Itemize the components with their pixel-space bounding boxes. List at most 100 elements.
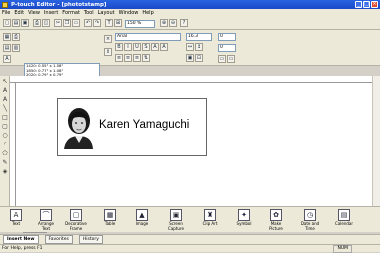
menu-view[interactable]: View: [28, 10, 40, 16]
minimize-button[interactable]: _: [355, 1, 362, 8]
undo-icon[interactable]: ↶: [84, 19, 92, 27]
zoom-in-icon[interactable]: ⊕: [160, 19, 168, 27]
name-text[interactable]: Karen Yamaguchi: [99, 119, 189, 131]
table-icon: ▦: [104, 209, 116, 221]
label-layout-icon[interactable]: ▤: [3, 44, 11, 52]
menu-format[interactable]: Format: [62, 10, 80, 16]
line-spacing-field[interactable]: 0: [218, 44, 236, 52]
ellipse-icon[interactable]: ○: [1, 132, 9, 140]
rounded-rect-icon[interactable]: ▢: [1, 123, 9, 131]
vertical-text-icon[interactable]: ⇅: [142, 54, 150, 62]
save-icon[interactable]: ▣: [21, 19, 29, 27]
standard-toolbar: ▢ ▤ ▣ ⎙ ◫ ✂ ❐ ▭ ↶ ↷ T ⊞ 150 % ⊕ ⊖ ?: [0, 17, 380, 30]
status-help-text: For Help, press F1: [2, 246, 43, 251]
object-image[interactable]: ▲ Image: [130, 208, 154, 232]
object-decorative-frame[interactable]: ▢ Decorative Frame: [64, 208, 88, 232]
screen-capture-icon: ▣: [170, 209, 182, 221]
object-table[interactable]: ▦ Table: [98, 208, 122, 232]
rectangle-icon[interactable]: □: [1, 114, 9, 122]
text-icon[interactable]: A: [1, 87, 9, 95]
menu-edit[interactable]: Edit: [14, 10, 24, 16]
frame-icon: ▢: [70, 209, 82, 221]
image-icon: ▲: [136, 209, 148, 221]
bold-icon[interactable]: B: [115, 43, 123, 51]
text-tool-icon[interactable]: T: [105, 19, 113, 27]
page-property-icon[interactable]: ▦: [3, 33, 11, 41]
label-layout[interactable]: Karen Yamaguchi: [57, 98, 207, 156]
outline-icon[interactable]: A: [160, 43, 168, 51]
text-property-icon[interactable]: A: [3, 55, 11, 63]
menu-help[interactable]: Help: [142, 10, 153, 16]
object-clip-art[interactable]: ♜ Clip Art: [198, 208, 222, 232]
close-button[interactable]: ×: [371, 1, 378, 8]
p-touch-editor-window: P-touch Editor - [phototstamp] _ □ × Fil…: [0, 0, 380, 253]
tab-insert-new[interactable]: Insert New: [3, 235, 39, 244]
char-spacing-field[interactable]: 0: [218, 33, 236, 41]
redo-icon[interactable]: ↷: [93, 19, 101, 27]
fill-icon[interactable]: ◈: [1, 168, 9, 176]
property-toolbar: ▦ ⎙ ▤ ▥ A 1420: 0.55" x 1.58" 1850: 0.77…: [0, 30, 380, 91]
menu-layout[interactable]: Layout: [98, 10, 115, 16]
window-title: P-touch Editor - [phototstamp]: [11, 1, 107, 8]
zoom-select[interactable]: 150 %: [125, 20, 155, 28]
line-icon[interactable]: ╲: [1, 105, 9, 113]
printer-property-icon[interactable]: ⎙: [12, 33, 20, 41]
char-height-icon[interactable]: ↕: [195, 43, 203, 51]
font-size-select[interactable]: 16.3: [186, 33, 212, 41]
frame-align-icon[interactable]: ▣: [186, 54, 194, 62]
print-icon[interactable]: ⎙: [33, 19, 41, 27]
vertical-text-icon[interactable]: A: [1, 96, 9, 104]
object-symbol[interactable]: ✦ Symbol: [232, 208, 256, 232]
polygon-icon[interactable]: ⬠: [1, 150, 9, 158]
arc-icon[interactable]: ◜: [1, 141, 9, 149]
paste-icon[interactable]: ▭: [72, 19, 80, 27]
distribute-icon[interactable]: ▭: [227, 55, 235, 63]
calendar-icon: ▤: [338, 209, 350, 221]
clip-art-icon: ♜: [204, 209, 216, 221]
shadow-icon[interactable]: A: [151, 43, 159, 51]
object-date-time[interactable]: ◷ Date and Time: [298, 208, 322, 232]
cut-icon[interactable]: ✂: [54, 19, 62, 27]
menu-file[interactable]: File: [2, 10, 10, 16]
text-icon: A: [10, 209, 22, 221]
underline-icon[interactable]: U: [133, 43, 141, 51]
menu-window[interactable]: Window: [119, 10, 139, 16]
object-make-picture[interactable]: ✿ Make Picture: [264, 208, 288, 232]
grid-icon[interactable]: ⊞: [114, 19, 122, 27]
print-preview-icon[interactable]: ◫: [42, 19, 50, 27]
select-arrow-icon[interactable]: ↖: [1, 78, 9, 86]
close-property-icon[interactable]: ×: [104, 35, 112, 43]
object-dock: A Text ⌒ Arrange Text ▢ Decorative Frame…: [0, 206, 380, 232]
menu-tool[interactable]: Tool: [84, 10, 94, 16]
tab-favorites[interactable]: Favorites: [44, 235, 73, 244]
align-center-icon[interactable]: ≡: [124, 54, 132, 62]
char-width-icon[interactable]: ↔: [186, 43, 194, 51]
tab-history[interactable]: History: [78, 235, 103, 244]
strike-icon[interactable]: S: [142, 43, 150, 51]
fit-icon[interactable]: ⊡: [195, 54, 203, 62]
menu-insert[interactable]: Insert: [44, 10, 58, 16]
italic-icon[interactable]: I: [124, 43, 132, 51]
open-icon[interactable]: ▤: [12, 19, 20, 27]
num-lock-indicator: NUM: [333, 244, 352, 253]
dock-tabs: Insert New Favorites History: [0, 234, 380, 244]
object-text[interactable]: A Text: [4, 208, 28, 232]
orientation-icon[interactable]: ⇕: [104, 48, 112, 56]
copy-icon[interactable]: ❐: [63, 19, 71, 27]
new-icon[interactable]: ▢: [3, 19, 11, 27]
font-select[interactable]: Arial: [115, 33, 181, 41]
object-calendar[interactable]: ▤ Calendar: [332, 208, 356, 232]
arrange-icon[interactable]: ▭: [218, 55, 226, 63]
align-right-icon[interactable]: ≡: [133, 54, 141, 62]
zoom-out-icon[interactable]: ⊖: [169, 19, 177, 27]
app-icon: [2, 1, 8, 8]
portrait-photo[interactable]: [62, 105, 95, 149]
object-screen-capture[interactable]: ▣ Screen Capture: [164, 208, 188, 232]
align-left-icon[interactable]: ≡: [115, 54, 123, 62]
help-icon[interactable]: ?: [180, 19, 188, 27]
freehand-icon[interactable]: ✎: [1, 159, 9, 167]
arrange-text-icon: ⌒: [40, 209, 52, 221]
maximize-button[interactable]: □: [363, 1, 370, 8]
label-list-icon[interactable]: ▥: [12, 44, 20, 52]
object-arrange-text[interactable]: ⌒ Arrange Text: [34, 208, 58, 232]
